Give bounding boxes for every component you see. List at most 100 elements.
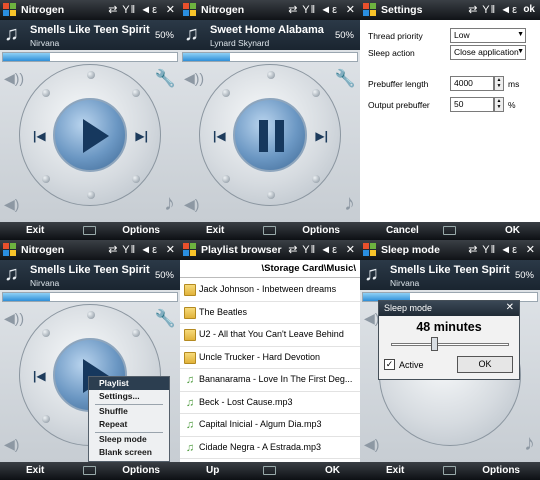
dialog-ok-button[interactable]: OK (457, 356, 513, 373)
wrench-icon[interactable]: 🔧 (155, 309, 176, 329)
close-icon[interactable]: ✕ (526, 243, 535, 256)
menu-item-playlist-browser[interactable]: Playlist browser (89, 377, 169, 398)
wrench-icon[interactable]: 🔧 (335, 69, 356, 89)
options-softkey[interactable]: Options (122, 225, 160, 236)
wheel-dot (42, 175, 50, 183)
playlist-note-icon[interactable]: ♪ (164, 190, 175, 216)
exit-softkey[interactable]: Exit (26, 465, 44, 476)
exit-softkey[interactable]: Exit (26, 225, 44, 236)
volume-up-speaker-icon[interactable]: ◀)) (4, 310, 24, 327)
window-title: Nitrogen (201, 4, 245, 16)
keyboard-icon[interactable] (263, 466, 276, 475)
sleep-slider-track[interactable] (391, 343, 509, 346)
wheel-dot (87, 71, 95, 79)
keyboard-icon[interactable] (83, 226, 96, 235)
play-button[interactable] (53, 98, 127, 172)
folder-icon (184, 329, 196, 341)
close-icon[interactable]: ✕ (506, 302, 514, 313)
progress-bar[interactable] (2, 52, 178, 62)
options-softkey[interactable]: Options (302, 225, 340, 236)
wheel-dot (132, 175, 140, 183)
player-menu-screen: Nitrogen ⇄ Y‖ ◄ε ✕ ♫ Smells Like Teen Sp… (0, 240, 180, 480)
status-icons: ⇄ Y‖ ◄ε (468, 4, 518, 16)
cancel-softkey[interactable]: Cancel (386, 225, 419, 236)
soft-key-bar: Exit Options (180, 222, 360, 240)
ok-softkey[interactable]: OK (505, 225, 520, 236)
up-softkey[interactable]: Up (206, 465, 219, 476)
prebuffer-length-spinner[interactable]: ▲ ▼ (494, 76, 504, 91)
keyboard-icon[interactable] (443, 466, 456, 475)
playlist-note-icon[interactable]: ♪ (524, 430, 535, 456)
output-prebuffer-spinner[interactable]: ▲ ▼ (494, 97, 504, 112)
menu-item-repeat[interactable]: Repeat (89, 418, 169, 432)
wheel-dot (132, 89, 140, 97)
wheel-dot (267, 71, 275, 79)
title-bar: Sleep mode ⇄ Y‖ ◄ε ✕ (360, 240, 540, 260)
exit-softkey[interactable]: Exit (206, 225, 224, 236)
windows-start-icon[interactable] (3, 243, 17, 257)
folder-row[interactable]: The Beatles (180, 301, 360, 324)
output-prebuffer-input[interactable]: 50 (450, 97, 494, 112)
exit-softkey[interactable]: Exit (386, 465, 404, 476)
progress-bar[interactable] (2, 292, 178, 302)
next-icon[interactable]: ▶| (135, 129, 148, 143)
status-icons: ⇄ Y‖ ◄ε (108, 4, 158, 16)
menu-item-sleep-mode[interactable]: Sleep mode (89, 433, 169, 447)
windows-start-icon[interactable] (183, 3, 197, 17)
close-icon[interactable]: ✕ (166, 3, 175, 16)
windows-start-icon[interactable] (363, 243, 377, 257)
close-icon[interactable]: ✕ (166, 243, 175, 256)
options-softkey[interactable]: Options (122, 465, 160, 476)
windows-start-icon[interactable] (3, 3, 17, 17)
music-file-row[interactable]: ♫ Beck - Lost Cause.mp3 (180, 391, 360, 414)
active-checkbox[interactable]: ✓ (384, 359, 395, 370)
close-icon[interactable]: ✕ (346, 3, 355, 16)
folder-row[interactable]: Jack Johnson - Inbetween dreams (180, 279, 360, 302)
wheel-dot (87, 191, 95, 199)
volume-down-speaker-icon[interactable]: ◀) (184, 196, 199, 213)
music-file-row[interactable]: ♫ Bananarama - Love In The First Deg... (180, 369, 360, 392)
music-file-row[interactable]: ♫ Cidade Negra - A Estrada.mp3 (180, 436, 360, 459)
window-title: Settings (381, 4, 423, 16)
previous-icon[interactable]: |◀ (213, 129, 226, 143)
status-icons: ⇄ Y‖ ◄ε (108, 244, 158, 256)
next-icon[interactable]: ▶| (315, 129, 328, 143)
volume-down-speaker-icon[interactable]: ◀) (4, 196, 19, 213)
close-icon[interactable]: ✕ (346, 243, 355, 256)
playlist-note-icon[interactable]: ♪ (344, 190, 355, 216)
pause-icon (259, 120, 285, 152)
sleep-action-select[interactable]: Close application ▼ (450, 45, 526, 60)
music-file-row[interactable]: ♫ Capital Inicial - Algum Dia.mp3 (180, 414, 360, 437)
wheel-dot (87, 311, 95, 319)
track-title: Smells Like Teen Spirit (30, 24, 150, 36)
menu-item-settings[interactable]: Settings... (89, 390, 169, 404)
ok-softkey[interactable]: OK (325, 465, 340, 476)
volume-down-speaker-icon[interactable]: ◀) (4, 436, 19, 453)
options-softkey[interactable]: Options (482, 465, 520, 476)
previous-icon[interactable]: |◀ (33, 129, 46, 143)
windows-start-icon[interactable] (183, 243, 197, 257)
ok-button[interactable]: ok (523, 4, 535, 15)
sleep-slider-thumb[interactable] (431, 337, 438, 351)
prebuffer-length-input[interactable]: 4000 (450, 76, 494, 91)
volume-up-speaker-icon[interactable]: ◀)) (4, 70, 24, 87)
volume-up-speaker-icon[interactable]: ◀)) (184, 70, 204, 87)
menu-item-shuffle[interactable]: Shuffle (89, 405, 169, 419)
pause-button[interactable] (233, 98, 307, 172)
music-file-icon: ♫ (185, 374, 195, 386)
folder-row[interactable]: Uncle Trucker - Hard Devotion (180, 346, 360, 369)
progress-bar[interactable] (182, 52, 358, 62)
folder-row[interactable]: U2 - All that You Can't Leave Behind (180, 324, 360, 347)
title-bar: Nitrogen ⇄ Y‖ ◄ε ✕ (0, 240, 180, 260)
windows-start-icon[interactable] (363, 3, 377, 17)
keyboard-icon[interactable] (83, 466, 96, 475)
menu-item-blank-screen[interactable]: Blank screen (89, 446, 169, 460)
previous-icon[interactable]: |◀ (33, 369, 46, 383)
keyboard-icon[interactable] (443, 226, 456, 235)
settings-screen: Settings ⇄ Y‖ ◄ε ok Thread priority Low … (360, 0, 540, 240)
track-artist: Lynard Skynard (210, 38, 270, 48)
keyboard-icon[interactable] (263, 226, 276, 235)
wrench-icon[interactable]: 🔧 (155, 69, 176, 89)
volume-down-speaker-icon[interactable]: ◀) (364, 436, 379, 453)
thread-priority-select[interactable]: Low ▼ (450, 28, 526, 43)
